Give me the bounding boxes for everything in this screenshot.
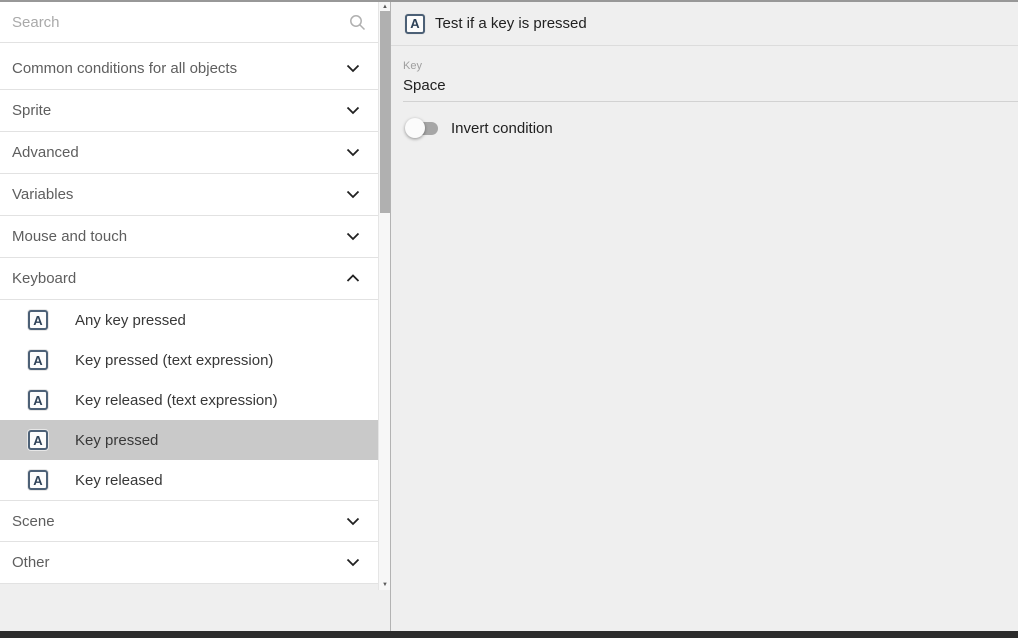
chevron-down-icon (346, 232, 360, 241)
condition-item-label: Key released (text expression) (75, 392, 278, 409)
category-keyboard[interactable]: Keyboard (0, 258, 378, 300)
category-label: Other (12, 554, 50, 571)
window-bottom-edge (0, 631, 1018, 638)
category-variables[interactable]: Variables (0, 174, 378, 216)
key-field: Key Space (391, 46, 1018, 102)
keyboard-key-icon: A (28, 350, 48, 370)
category-sprite[interactable]: Sprite (0, 90, 378, 132)
search-input[interactable] (12, 14, 349, 31)
condition-item-label: Key pressed (75, 432, 158, 449)
chevron-down-icon (346, 517, 360, 526)
scrollbar-thumb[interactable] (380, 11, 390, 213)
condition-item-key-pressed-text-expression[interactable]: A Key pressed (text expression) (0, 340, 378, 380)
keyboard-key-icon: A (28, 430, 48, 450)
category-label: Common conditions for all objects (12, 60, 237, 77)
sidebar-scrollbar[interactable]: ▲ ▼ (378, 2, 390, 590)
condition-item-key-pressed[interactable]: A Key pressed (0, 420, 378, 460)
invert-condition-row: Invert condition (405, 118, 1018, 138)
category-label: Variables (12, 186, 73, 203)
category-advanced[interactable]: Advanced (0, 132, 378, 174)
invert-condition-label: Invert condition (451, 120, 553, 137)
condition-item-key-released-text-expression[interactable]: A Key released (text expression) (0, 380, 378, 420)
key-field-label: Key (403, 60, 1018, 72)
invert-condition-toggle[interactable] (405, 118, 439, 138)
toggle-thumb-icon (405, 118, 425, 138)
chevron-down-icon (346, 558, 360, 567)
category-label: Mouse and touch (12, 228, 127, 245)
category-label: Scene (12, 513, 55, 530)
condition-detail-panel: A Test if a key is pressed Key Space Inv… (391, 2, 1018, 631)
chevron-down-icon (346, 148, 360, 157)
chevron-down-icon (346, 64, 360, 73)
keyboard-key-icon: A (28, 390, 48, 410)
condition-header: A Test if a key is pressed (391, 2, 1018, 46)
chevron-down-icon (346, 190, 360, 199)
category-scene[interactable]: Scene (0, 500, 378, 542)
search-bar (0, 2, 378, 43)
category-label: Advanced (12, 144, 79, 161)
keyboard-key-icon: A (405, 14, 425, 34)
key-field-value[interactable]: Space (403, 77, 1018, 102)
category-common-conditions[interactable]: Common conditions for all objects (0, 48, 378, 90)
keyboard-key-icon: A (28, 310, 48, 330)
condition-item-any-key-pressed[interactable]: A Any key pressed (0, 300, 378, 340)
category-other[interactable]: Other (0, 542, 378, 584)
condition-item-label: Key released (75, 472, 163, 489)
conditions-sidebar: Common conditions for all objects Sprite… (0, 2, 378, 584)
chevron-up-icon (346, 274, 360, 283)
condition-item-key-released[interactable]: A Key released (0, 460, 378, 500)
condition-title: Test if a key is pressed (435, 15, 587, 32)
search-icon (349, 14, 366, 31)
category-label: Keyboard (12, 270, 76, 287)
category-mouse-and-touch[interactable]: Mouse and touch (0, 216, 378, 258)
chevron-down-icon (346, 106, 360, 115)
category-label: Sprite (12, 102, 51, 119)
keyboard-key-icon: A (28, 470, 48, 490)
condition-item-label: Key pressed (text expression) (75, 352, 273, 369)
condition-item-label: Any key pressed (75, 312, 186, 329)
